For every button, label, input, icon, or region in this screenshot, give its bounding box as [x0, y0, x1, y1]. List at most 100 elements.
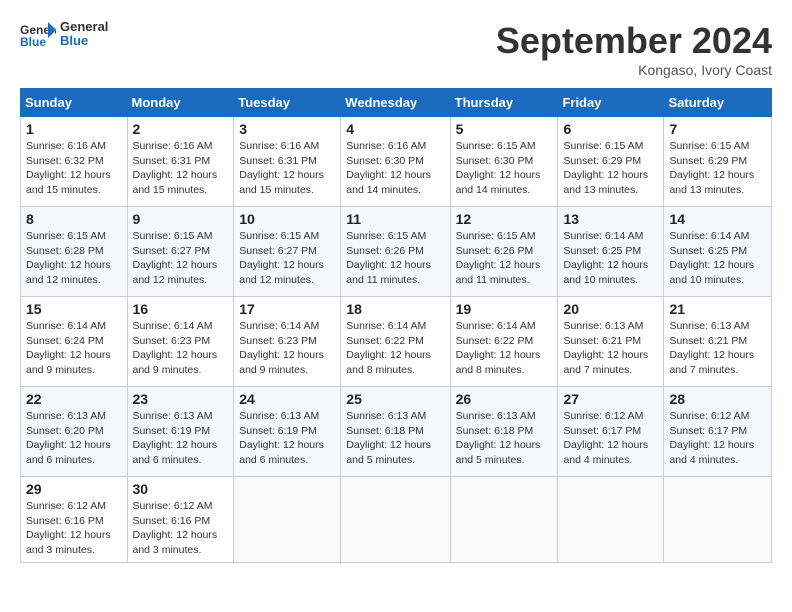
calendar-cell [664, 477, 772, 563]
weekday-header-saturday: Saturday [664, 89, 772, 117]
day-info: Sunrise: 6:14 AMSunset: 6:22 PMDaylight:… [346, 319, 444, 378]
day-number: 15 [26, 301, 122, 317]
calendar-week-row: 8 Sunrise: 6:15 AMSunset: 6:28 PMDaylight… [21, 207, 772, 297]
day-info: Sunrise: 6:13 AMSunset: 6:18 PMDaylight:… [346, 409, 444, 468]
calendar-cell [558, 477, 664, 563]
day-number: 9 [133, 211, 229, 227]
day-info: Sunrise: 6:16 AMSunset: 6:30 PMDaylight:… [346, 139, 444, 198]
calendar-cell: 26 Sunrise: 6:13 AMSunset: 6:18 PMDayligh… [450, 387, 558, 477]
calendar-cell: 7 Sunrise: 6:15 AMSunset: 6:29 PMDaylight… [664, 117, 772, 207]
day-number: 12 [456, 211, 553, 227]
calendar-week-row: 29 Sunrise: 6:12 AMSunset: 6:16 PMDayligh… [21, 477, 772, 563]
calendar-cell: 2 Sunrise: 6:16 AMSunset: 6:31 PMDaylight… [127, 117, 234, 207]
calendar-week-row: 22Sunrise: 6:13 AMSunset: 6:20 PMDayligh… [21, 387, 772, 477]
day-number: 10 [239, 211, 335, 227]
day-info: Sunrise: 6:13 AMSunset: 6:20 PMDaylight:… [26, 409, 122, 468]
day-number: 19 [456, 301, 553, 317]
weekday-header-thursday: Thursday [450, 89, 558, 117]
title-area: September 2024 Kongaso, Ivory Coast [496, 20, 772, 78]
day-number: 29 [26, 481, 122, 497]
day-info: Sunrise: 6:16 AMSunset: 6:31 PMDaylight:… [133, 139, 229, 198]
day-info: Sunrise: 6:12 AMSunset: 6:17 PMDaylight:… [669, 409, 766, 468]
calendar-cell: 24 Sunrise: 6:13 AMSunset: 6:19 PMDayligh… [234, 387, 341, 477]
day-info: Sunrise: 6:15 AMSunset: 6:26 PMDaylight:… [346, 229, 444, 288]
calendar-cell: 17 Sunrise: 6:14 AMSunset: 6:23 PMDayligh… [234, 297, 341, 387]
calendar-week-row: 1Sunrise: 6:16 AMSunset: 6:32 PMDaylight… [21, 117, 772, 207]
day-number: 24 [239, 391, 335, 407]
day-info: Sunrise: 6:15 AMSunset: 6:29 PMDaylight:… [669, 139, 766, 198]
day-info: Sunrise: 6:14 AMSunset: 6:25 PMDaylight:… [563, 229, 658, 288]
calendar-cell: 25 Sunrise: 6:13 AMSunset: 6:18 PMDayligh… [341, 387, 450, 477]
calendar-cell: 29 Sunrise: 6:12 AMSunset: 6:16 PMDayligh… [21, 477, 128, 563]
day-info: Sunrise: 6:13 AMSunset: 6:21 PMDaylight:… [563, 319, 658, 378]
calendar-cell: 19 Sunrise: 6:14 AMSunset: 6:22 PMDayligh… [450, 297, 558, 387]
day-number: 30 [133, 481, 229, 497]
calendar-cell: 3Sunrise: 6:16 AMSunset: 6:31 PMDaylight… [234, 117, 341, 207]
calendar-cell: 23Sunrise: 6:13 AMSunset: 6:19 PMDayligh… [127, 387, 234, 477]
day-info: Sunrise: 6:12 AMSunset: 6:17 PMDaylight:… [563, 409, 658, 468]
day-info: Sunrise: 6:14 AMSunset: 6:25 PMDaylight:… [669, 229, 766, 288]
calendar-cell: 5 Sunrise: 6:15 AMSunset: 6:30 PMDaylight… [450, 117, 558, 207]
calendar-cell: 9Sunrise: 6:15 AMSunset: 6:27 PMDaylight… [127, 207, 234, 297]
day-info: Sunrise: 6:14 AMSunset: 6:23 PMDaylight:… [239, 319, 335, 378]
location-title: Kongaso, Ivory Coast [496, 62, 772, 78]
calendar-cell: 1Sunrise: 6:16 AMSunset: 6:32 PMDaylight… [21, 117, 128, 207]
weekday-header-tuesday: Tuesday [234, 89, 341, 117]
calendar-cell [234, 477, 341, 563]
day-number: 5 [456, 121, 553, 137]
day-number: 4 [346, 121, 444, 137]
day-number: 28 [669, 391, 766, 407]
calendar-cell: 27 Sunrise: 6:12 AMSunset: 6:17 PMDayligh… [558, 387, 664, 477]
calendar-cell: 13 Sunrise: 6:14 AMSunset: 6:25 PMDayligh… [558, 207, 664, 297]
day-number: 25 [346, 391, 444, 407]
calendar-cell [450, 477, 558, 563]
day-info: Sunrise: 6:12 AMSunset: 6:16 PMDaylight:… [26, 499, 122, 558]
calendar-cell: 12 Sunrise: 6:15 AMSunset: 6:26 PMDayligh… [450, 207, 558, 297]
calendar-cell: 21 Sunrise: 6:13 AMSunset: 6:21 PMDayligh… [664, 297, 772, 387]
page-header: General Blue General Blue September 2024… [20, 20, 772, 78]
day-number: 23 [133, 391, 229, 407]
day-info: Sunrise: 6:12 AMSunset: 6:16 PMDaylight:… [133, 499, 229, 558]
calendar-cell: 16 Sunrise: 6:14 AMSunset: 6:23 PMDayligh… [127, 297, 234, 387]
calendar-cell: 8 Sunrise: 6:15 AMSunset: 6:28 PMDaylight… [21, 207, 128, 297]
day-info: Sunrise: 6:14 AMSunset: 6:22 PMDaylight:… [456, 319, 553, 378]
logo: General Blue General Blue [20, 20, 108, 49]
calendar-cell: 30 Sunrise: 6:12 AMSunset: 6:16 PMDayligh… [127, 477, 234, 563]
day-number: 16 [133, 301, 229, 317]
calendar-cell: 6Sunrise: 6:15 AMSunset: 6:29 PMDaylight… [558, 117, 664, 207]
day-number: 17 [239, 301, 335, 317]
day-info: Sunrise: 6:16 AMSunset: 6:32 PMDaylight:… [26, 139, 122, 198]
logo-icon: General Blue [20, 20, 56, 48]
calendar-cell [341, 477, 450, 563]
day-info: Sunrise: 6:13 AMSunset: 6:19 PMDaylight:… [239, 409, 335, 468]
month-title: September 2024 [496, 20, 772, 62]
calendar-cell: 18 Sunrise: 6:14 AMSunset: 6:22 PMDayligh… [341, 297, 450, 387]
day-info: Sunrise: 6:13 AMSunset: 6:18 PMDaylight:… [456, 409, 553, 468]
calendar-table: SundayMondayTuesdayWednesdayThursdayFrid… [20, 88, 772, 563]
day-number: 21 [669, 301, 766, 317]
day-number: 20 [563, 301, 658, 317]
day-number: 2 [133, 121, 229, 137]
day-info: Sunrise: 6:14 AMSunset: 6:23 PMDaylight:… [133, 319, 229, 378]
day-info: Sunrise: 6:13 AMSunset: 6:21 PMDaylight:… [669, 319, 766, 378]
day-info: Sunrise: 6:16 AMSunset: 6:31 PMDaylight:… [239, 139, 335, 198]
weekday-header-row: SundayMondayTuesdayWednesdayThursdayFrid… [21, 89, 772, 117]
day-info: Sunrise: 6:14 AMSunset: 6:24 PMDaylight:… [26, 319, 122, 378]
day-info: Sunrise: 6:15 AMSunset: 6:28 PMDaylight:… [26, 229, 122, 288]
calendar-cell: 28 Sunrise: 6:12 AMSunset: 6:17 PMDayligh… [664, 387, 772, 477]
day-number: 18 [346, 301, 444, 317]
day-info: Sunrise: 6:15 AMSunset: 6:29 PMDaylight:… [563, 139, 658, 198]
calendar-week-row: 15 Sunrise: 6:14 AMSunset: 6:24 PMDayligh… [21, 297, 772, 387]
day-info: Sunrise: 6:15 AMSunset: 6:30 PMDaylight:… [456, 139, 553, 198]
weekday-header-monday: Monday [127, 89, 234, 117]
day-number: 11 [346, 211, 444, 227]
weekday-header-sunday: Sunday [21, 89, 128, 117]
day-number: 27 [563, 391, 658, 407]
day-number: 26 [456, 391, 553, 407]
day-number: 13 [563, 211, 658, 227]
day-info: Sunrise: 6:15 AMSunset: 6:26 PMDaylight:… [456, 229, 553, 288]
calendar-cell: 10Sunrise: 6:15 AMSunset: 6:27 PMDayligh… [234, 207, 341, 297]
day-number: 8 [26, 211, 122, 227]
day-number: 7 [669, 121, 766, 137]
calendar-cell: 22Sunrise: 6:13 AMSunset: 6:20 PMDayligh… [21, 387, 128, 477]
